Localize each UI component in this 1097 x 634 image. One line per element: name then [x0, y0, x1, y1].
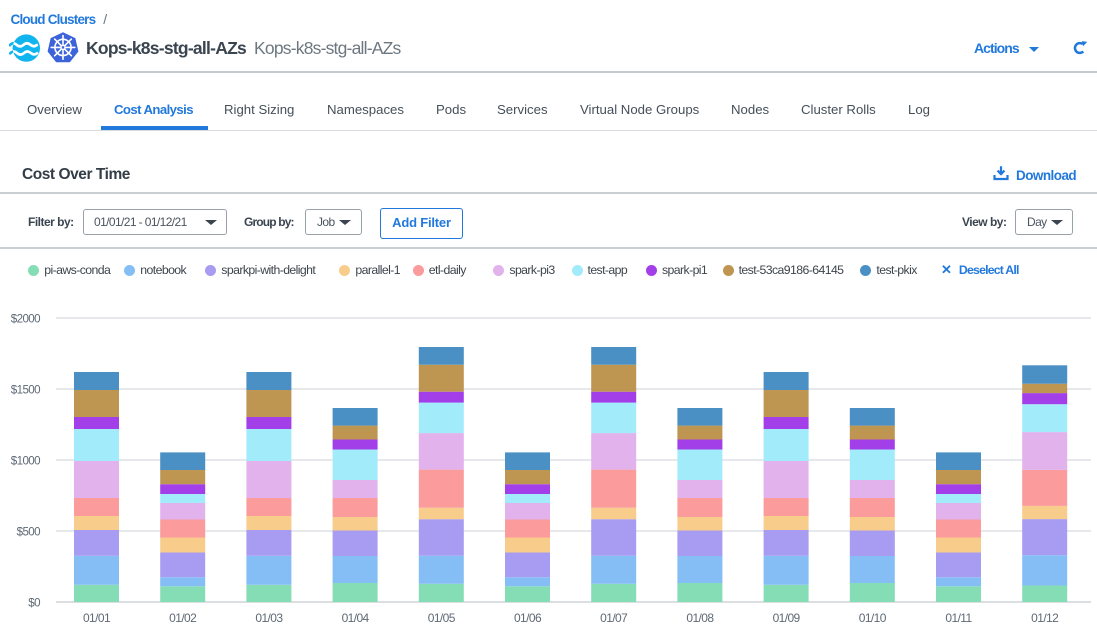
- svg-text:01/06: 01/06: [514, 611, 542, 625]
- svg-text:01/04: 01/04: [342, 611, 370, 625]
- svg-text:01/08: 01/08: [686, 611, 714, 625]
- svg-text:$0: $0: [28, 597, 40, 610]
- svg-text:01/03: 01/03: [255, 611, 283, 625]
- svg-text:01/09: 01/09: [773, 611, 801, 625]
- svg-text:$1000: $1000: [11, 455, 40, 468]
- svg-text:01/07: 01/07: [600, 611, 628, 625]
- svg-text:$500: $500: [17, 526, 41, 539]
- svg-text:01/02: 01/02: [169, 611, 197, 625]
- svg-text:$1500: $1500: [11, 384, 40, 397]
- svg-text:01/12: 01/12: [1031, 611, 1059, 625]
- svg-text:01/10: 01/10: [859, 611, 887, 625]
- svg-text:01/01: 01/01: [83, 611, 111, 625]
- svg-text:01/05: 01/05: [428, 611, 456, 625]
- svg-text:01/11: 01/11: [945, 611, 972, 625]
- svg-text:$2000: $2000: [11, 313, 40, 326]
